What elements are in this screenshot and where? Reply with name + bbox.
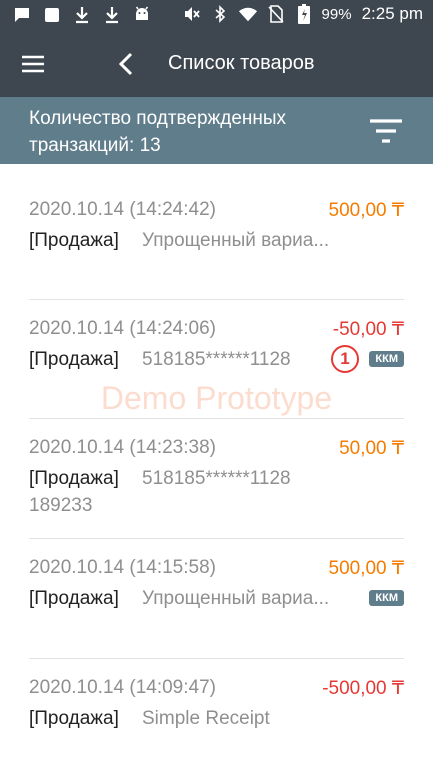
kkm-badge: ККМ <box>369 590 404 606</box>
filter-button[interactable] <box>367 115 405 147</box>
download-icon <box>102 5 122 25</box>
transaction-row[interactable]: 2020.10.14 (14:15:58) 500,00 ₸ [Продажа]… <box>29 539 404 659</box>
status-bar-system: 99% 2:25 pm <box>182 4 423 24</box>
transaction-description: 518185******1128 <box>142 468 291 489</box>
transaction-amount: 500,00 ₸ <box>328 558 404 579</box>
status-bar-notifications <box>12 5 152 25</box>
kkm-badge: ККМ <box>369 351 404 367</box>
android-icon <box>132 5 152 25</box>
transaction-date: 2020.10.14 (14:15:58) <box>29 557 216 578</box>
filter-icon <box>370 119 402 143</box>
transaction-date: 2020.10.14 (14:24:42) <box>29 199 216 220</box>
transaction-description: 518185******1128 <box>142 349 291 370</box>
transaction-amount: 500,00 ₸ <box>328 200 404 221</box>
square-icon <box>42 5 62 25</box>
transaction-type: [Продажа] <box>29 588 119 609</box>
wifi-icon <box>238 4 258 24</box>
transaction-list: 2020.10.14 (14:24:42) 500,00 ₸ [Продажа]… <box>0 164 433 759</box>
transaction-type: [Продажа] <box>29 468 119 489</box>
transaction-date: 2020.10.14 (14:24:06) <box>29 318 216 339</box>
status-bar: 99% 2:25 pm <box>0 0 433 30</box>
transaction-type: [Продажа] <box>29 230 119 251</box>
step-marker: 1 <box>331 345 359 373</box>
transaction-date: 2020.10.14 (14:09:47) <box>29 677 216 698</box>
transaction-amount: 50,00 ₸ <box>339 438 404 459</box>
chevron-left-icon <box>118 52 133 76</box>
mute-icon <box>182 4 202 24</box>
message-icon <box>12 5 32 25</box>
transaction-description: Упрощенный вариа... <box>142 588 330 609</box>
transaction-description-extra: 189233 <box>29 495 93 516</box>
transaction-type: [Продажа] <box>29 708 119 729</box>
clock: 2:25 pm <box>361 4 423 23</box>
transaction-amount: -50,00 ₸ <box>332 319 404 340</box>
menu-button[interactable] <box>18 49 48 79</box>
confirmed-transactions-count: Количество подтвержденных транзакций: 13 <box>29 108 287 156</box>
hamburger-menu-icon <box>22 55 44 73</box>
back-button[interactable] <box>112 49 142 79</box>
download-icon <box>72 5 92 25</box>
transaction-description: Simple Receipt <box>142 708 270 729</box>
transaction-amount: -500,00 ₸ <box>322 678 404 699</box>
bluetooth-icon <box>210 4 230 24</box>
transaction-type: [Продажа] <box>29 349 119 370</box>
battery-level: 99% <box>321 5 352 23</box>
battery-charging-icon <box>294 4 314 24</box>
transaction-date: 2020.10.14 (14:23:38) <box>29 437 216 458</box>
transaction-row[interactable]: 2020.10.14 (14:09:47) -500,00 ₸ [Продажа… <box>29 659 404 759</box>
transactions-summary-bar: Количество подтвержденных транзакций: 13 <box>0 97 433 164</box>
transaction-row[interactable]: 2020.10.14 (14:23:38) 50,00 ₸ [Продажа] … <box>29 419 404 539</box>
transaction-row[interactable]: 2020.10.14 (14:24:42) 500,00 ₸ [Продажа]… <box>29 164 404 300</box>
app-bar: Список товаров <box>0 30 433 97</box>
page-title: Список товаров <box>168 52 315 74</box>
no-sim-icon <box>266 4 286 24</box>
transaction-row[interactable]: 2020.10.14 (14:24:06) -50,00 ₸ [Продажа]… <box>29 300 404 419</box>
transaction-description: Упрощенный вариа... <box>142 230 330 251</box>
